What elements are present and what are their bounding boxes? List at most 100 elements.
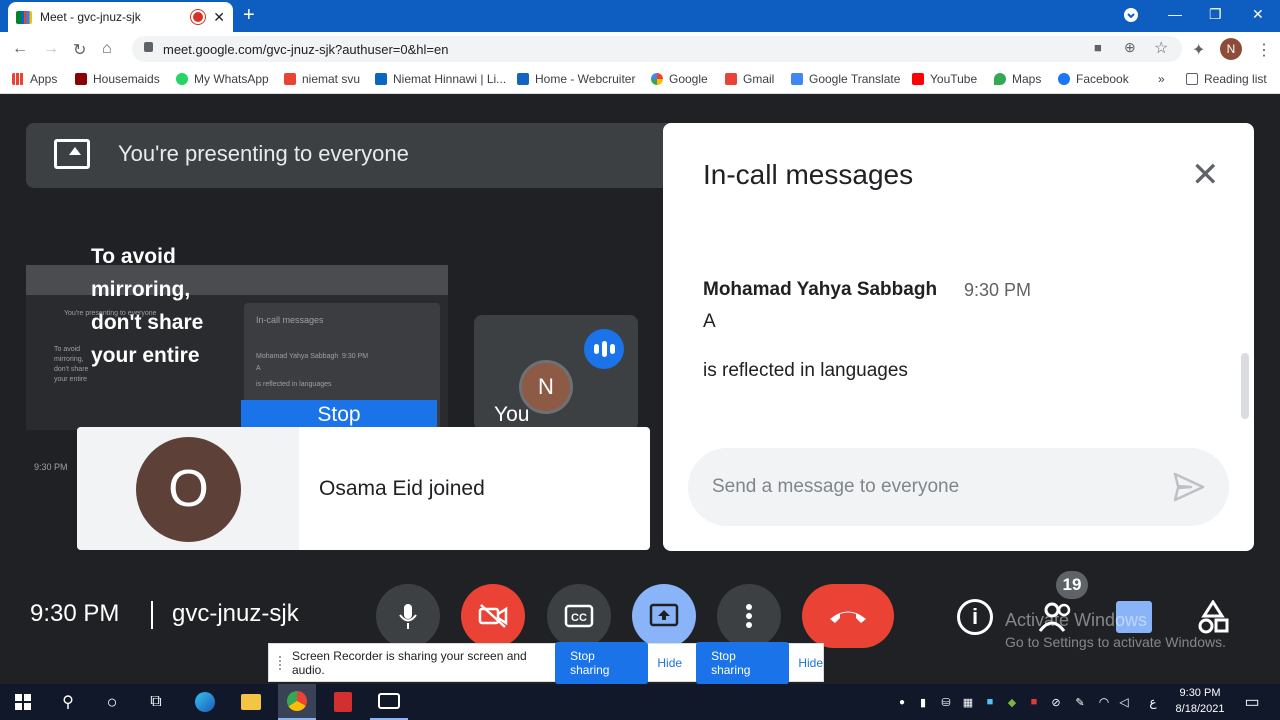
- microphone-button[interactable]: [376, 584, 440, 648]
- chat-message-input[interactable]: Send a message to everyone: [688, 448, 1229, 526]
- close-chat-icon[interactable]: ✕: [1191, 158, 1220, 192]
- file-explorer-icon[interactable]: [234, 684, 268, 720]
- bookmarks-bar: Apps Housemaids My WhatsApp niemat svu N…: [0, 66, 1280, 94]
- tray-language[interactable]: ع: [1144, 684, 1162, 720]
- tray-network-share-icon[interactable]: ⛁: [938, 684, 954, 720]
- tray-bluetooth-icon[interactable]: ■: [982, 684, 998, 720]
- extensions-icon[interactable]: ✦: [1192, 40, 1205, 60]
- tab-close-icon[interactable]: ✕: [213, 9, 225, 26]
- forward-icon[interactable]: →: [43, 40, 59, 58]
- task-view-icon[interactable]: ⧉: [140, 684, 172, 720]
- screen-recorder-bar: Screen Recorder is sharing your screen a…: [268, 641, 824, 684]
- message-sender: Mohamad Yahya Sabbagh: [703, 279, 938, 300]
- chat-scrollbar[interactable]: [1241, 353, 1249, 419]
- tray-app-icon[interactable]: ▦: [960, 684, 976, 720]
- start-button[interactable]: [6, 684, 40, 720]
- more-options-button[interactable]: [717, 584, 781, 648]
- tray-wifi-icon[interactable]: ◠: [1096, 684, 1112, 720]
- in-call-messages-panel: In-call messages ✕ Mohamad Yahya Sabbagh…: [663, 123, 1254, 551]
- preview-msg1: A: [256, 365, 261, 372]
- present-screen-icon: [649, 603, 679, 627]
- chat-panel-title: In-call messages: [703, 159, 914, 190]
- meeting-details-icon[interactable]: i: [957, 599, 993, 635]
- present-button[interactable]: [632, 584, 696, 648]
- bookmark-youtube[interactable]: YouTube: [912, 72, 977, 86]
- new-tab-button[interactable]: +: [243, 5, 255, 25]
- bookmark-whatsapp[interactable]: My WhatsApp: [176, 72, 269, 86]
- bookmark-housemaids[interactable]: Housemaids: [75, 72, 160, 86]
- tray-volume-icon[interactable]: ◁: [1116, 684, 1132, 720]
- browser-menu-icon[interactable]: ⋮: [1256, 40, 1272, 60]
- bookmark-apps[interactable]: Apps: [12, 72, 57, 86]
- reading-list[interactable]: Reading list: [1186, 72, 1267, 86]
- back-icon[interactable]: ←: [12, 40, 28, 58]
- tray-wifi-off-icon[interactable]: ⊘: [1048, 684, 1064, 720]
- meeting-code: gvc-jnuz-sjk: [172, 600, 299, 627]
- bookmark-google-translate[interactable]: Google Translate: [791, 72, 900, 86]
- captions-button[interactable]: CC: [547, 584, 611, 648]
- drag-handle[interactable]: [279, 655, 282, 670]
- bookmark-facebook[interactable]: Facebook: [1058, 72, 1129, 86]
- bookmark-maps[interactable]: Maps: [994, 72, 1041, 86]
- recorder-status-text: Screen Recorder is sharing your screen a…: [291, 648, 527, 677]
- camera-in-use-icon[interactable]: ■: [1094, 40, 1102, 55]
- browser-tab[interactable]: Meet - gvc-jnuz-sjk ✕: [8, 2, 233, 32]
- chat-message: A: [703, 311, 716, 332]
- bookmark-webcruiter[interactable]: Home - Webcruiter: [517, 72, 635, 86]
- recording-indicator-icon: [193, 12, 204, 22]
- cortana-icon[interactable]: ○: [96, 684, 128, 720]
- bookmark-google[interactable]: Google: [651, 72, 708, 86]
- bookmark-gmail[interactable]: Gmail: [725, 72, 774, 86]
- address-bar[interactable]: meet.google.com/gvc-jnuz-sjk?authuser=0&…: [132, 36, 1182, 62]
- gmail-icon: [284, 73, 296, 85]
- search-icon[interactable]: ⚲: [52, 684, 84, 720]
- edge-icon[interactable]: [188, 684, 222, 720]
- camera-button[interactable]: [461, 584, 525, 648]
- activate-windows-watermark: Activate Windows: [1005, 610, 1148, 630]
- close-window-button[interactable]: ✕: [1252, 6, 1264, 23]
- tray-security-icon[interactable]: ◆: [1004, 684, 1020, 720]
- camera-off-icon: [478, 604, 508, 628]
- bookmark-linkedin[interactable]: Niemat Hinnawi | Li...: [375, 72, 506, 86]
- svg-text:CC: CC: [571, 612, 587, 624]
- minimize-button[interactable]: —: [1168, 6, 1182, 22]
- maximize-button[interactable]: ❐: [1209, 6, 1222, 23]
- bookmark-star-icon[interactable]: ☆: [1154, 38, 1168, 58]
- tray-mic-icon[interactable]: ●: [896, 684, 908, 720]
- erp-icon: [75, 73, 87, 85]
- send-icon[interactable]: [1173, 472, 1205, 502]
- bookmark-niemat-svu[interactable]: niemat svu: [284, 72, 360, 86]
- chrome-icon[interactable]: [278, 684, 316, 720]
- lock-icon: [144, 42, 153, 52]
- hide-recorder-button[interactable]: Hide: [657, 656, 682, 670]
- acrobat-icon[interactable]: [326, 684, 360, 720]
- tray-recorder-icon[interactable]: ■: [1026, 684, 1042, 720]
- screen-recorder-app-icon[interactable]: [370, 684, 408, 720]
- hide-recorder-button-2[interactable]: Hide: [798, 656, 823, 670]
- tray-pen-icon[interactable]: ✎: [1072, 684, 1088, 720]
- translate-icon: [791, 73, 803, 85]
- stop-presenting-button[interactable]: Stop: [241, 400, 437, 430]
- windows-taskbar: ⚲ ○ ⧉ ● ▮ ⛁ ▦ ■ ◆ ■ ⊘ ✎ ◠ ◁ ع 9:30 PM 8/…: [0, 684, 1280, 720]
- tray-time: 9:30 PM: [1179, 687, 1221, 699]
- zoom-icon[interactable]: ⊕: [1124, 39, 1136, 56]
- more-bookmarks-chevron-icon[interactable]: »: [1158, 72, 1165, 86]
- stop-sharing-button-2[interactable]: Stop sharing: [696, 641, 790, 684]
- url-text[interactable]: meet.google.com/gvc-jnuz-sjk?authuser=0&…: [163, 42, 448, 57]
- stop-sharing-button[interactable]: Stop sharing: [555, 641, 649, 684]
- leave-call-button[interactable]: [802, 584, 894, 648]
- reload-icon[interactable]: ↻: [73, 40, 86, 60]
- tray-microphone-icon[interactable]: ▮: [916, 684, 930, 720]
- participant-joined-notice: O Osama Eid joined: [77, 427, 650, 550]
- activities-icon[interactable]: [1196, 600, 1230, 634]
- tray-clock[interactable]: 9:30 PM 8/18/2021: [1172, 685, 1228, 717]
- browser-tab-strip: Meet - gvc-jnuz-sjk ✕ + — ❐ ✕: [0, 0, 1280, 32]
- meeting-clock: 9:30 PM: [30, 600, 120, 627]
- profile-avatar[interactable]: N: [1220, 38, 1242, 60]
- microphone-icon: [399, 604, 417, 629]
- home-icon[interactable]: ⌂: [102, 40, 112, 58]
- whatsapp-icon: [176, 73, 188, 85]
- tab-search-icon[interactable]: [1124, 8, 1138, 25]
- webcruiter-icon: [517, 73, 529, 85]
- notifications-icon[interactable]: ▭: [1236, 684, 1268, 720]
